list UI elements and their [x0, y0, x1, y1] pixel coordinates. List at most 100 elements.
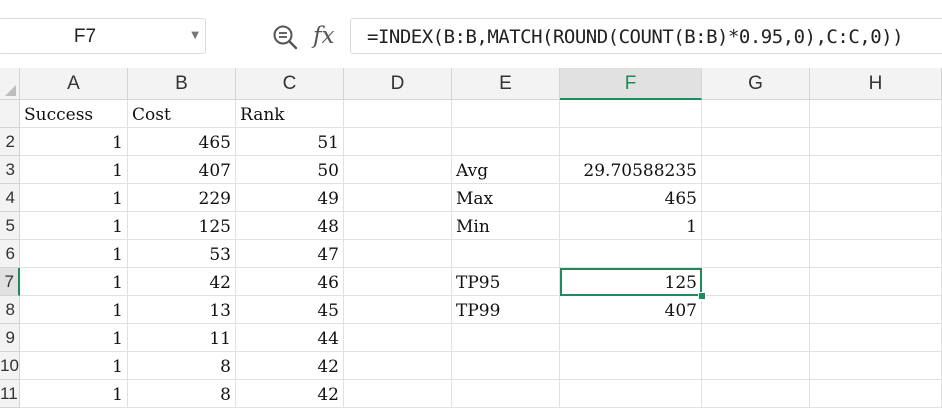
cell-g-10[interactable] — [702, 352, 810, 380]
cell-d-2[interactable] — [344, 128, 452, 156]
row-header[interactable]: 4 — [0, 184, 20, 212]
cell-c-1[interactable]: Rank — [236, 100, 344, 128]
row-header[interactable] — [0, 100, 20, 128]
cell-h-1[interactable] — [810, 100, 942, 128]
row-header[interactable]: 3 — [0, 156, 20, 184]
cell-b-6[interactable]: 53 — [128, 240, 236, 268]
cell-b-4[interactable]: 229 — [128, 184, 236, 212]
cell-d-6[interactable] — [344, 240, 452, 268]
cell-d-10[interactable] — [344, 352, 452, 380]
cell-h-2[interactable] — [810, 128, 942, 156]
cell-e-8[interactable]: TP99 — [452, 296, 560, 324]
cell-e-1[interactable] — [452, 100, 560, 128]
cell-f-6[interactable] — [560, 240, 702, 268]
cell-f-7[interactable]: 125 — [560, 268, 702, 296]
cell-g-7[interactable] — [702, 268, 810, 296]
cell-d-1[interactable] — [344, 100, 452, 128]
cell-b-8[interactable]: 13 — [128, 296, 236, 324]
zoom-in-icon[interactable] — [272, 24, 298, 50]
cell-g-8[interactable] — [702, 296, 810, 324]
cell-b-9[interactable]: 11 — [128, 324, 236, 352]
cell-c-4[interactable]: 49 — [236, 184, 344, 212]
row-header[interactable]: 2 — [0, 128, 20, 156]
cell-a-8[interactable]: 1 — [20, 296, 128, 324]
cell-h-3[interactable] — [810, 156, 942, 184]
chevron-down-icon[interactable]: ▼ — [191, 28, 199, 44]
cell-a-10[interactable]: 1 — [20, 352, 128, 380]
formula-text[interactable]: =INDEX(B:B,MATCH(ROUND(COUNT(B:B)*0.95,0… — [367, 19, 904, 55]
cell-h-8[interactable] — [810, 296, 942, 324]
cell-c-5[interactable]: 48 — [236, 212, 344, 240]
cell-g-1[interactable] — [702, 100, 810, 128]
cell-h-7[interactable] — [810, 268, 942, 296]
column-header-e[interactable]: E — [452, 68, 560, 100]
cell-b-10[interactable]: 8 — [128, 352, 236, 380]
cell-a-7[interactable]: 1 — [20, 268, 128, 296]
cell-g-6[interactable] — [702, 240, 810, 268]
cell-f-9[interactable] — [560, 324, 702, 352]
cell-a-9[interactable]: 1 — [20, 324, 128, 352]
column-header-f[interactable]: F — [560, 68, 702, 100]
row-header[interactable]: 5 — [0, 212, 20, 240]
cell-h-5[interactable] — [810, 212, 942, 240]
cell-e-6[interactable] — [452, 240, 560, 268]
column-header-d[interactable]: D — [344, 68, 452, 100]
cell-f-5[interactable]: 1 — [560, 212, 702, 240]
cell-c-3[interactable]: 50 — [236, 156, 344, 184]
cell-b-7[interactable]: 42 — [128, 268, 236, 296]
cell-f-4[interactable]: 465 — [560, 184, 702, 212]
cell-a-6[interactable]: 1 — [20, 240, 128, 268]
cell-e-5[interactable]: Min — [452, 212, 560, 240]
cell-g-4[interactable] — [702, 184, 810, 212]
row-header[interactable]: 7 — [0, 268, 20, 296]
cell-a-5[interactable]: 1 — [20, 212, 128, 240]
cell-d-9[interactable] — [344, 324, 452, 352]
cell-h-6[interactable] — [810, 240, 942, 268]
cell-e-3[interactable]: Avg — [452, 156, 560, 184]
cell-b-2[interactable]: 465 — [128, 128, 236, 156]
cell-d-3[interactable] — [344, 156, 452, 184]
cell-f-3[interactable]: 29.70588235 — [560, 156, 702, 184]
cell-f-2[interactable] — [560, 128, 702, 156]
cell-f-1[interactable] — [560, 100, 702, 128]
cell-b-1[interactable]: Cost — [128, 100, 236, 128]
fill-handle[interactable] — [698, 292, 706, 300]
row-header[interactable]: 9 — [0, 324, 20, 352]
cell-a-3[interactable]: 1 — [20, 156, 128, 184]
cell-c-10[interactable]: 42 — [236, 352, 344, 380]
cell-g-2[interactable] — [702, 128, 810, 156]
cell-h-4[interactable] — [810, 184, 942, 212]
row-header[interactable]: 6 — [0, 240, 20, 268]
column-header-h[interactable]: H — [810, 68, 942, 100]
cell-c-2[interactable]: 51 — [236, 128, 344, 156]
cell-c-9[interactable]: 44 — [236, 324, 344, 352]
cell-d-4[interactable] — [344, 184, 452, 212]
spreadsheet-grid[interactable]: A B C D E F G H Success Cost Rank 2 1 465 51 3 1 407 50 Avg… — [0, 68, 942, 408]
select-all-corner[interactable] — [0, 68, 20, 100]
cell-e-10[interactable] — [452, 352, 560, 380]
name-box-value[interactable]: F7 — [0, 19, 171, 53]
cell-d-5[interactable] — [344, 212, 452, 240]
row-header[interactable]: 8 — [0, 296, 20, 324]
cell-h-9[interactable] — [810, 324, 942, 352]
cell-g-3[interactable] — [702, 156, 810, 184]
cell-a-4[interactable]: 1 — [20, 184, 128, 212]
cell-b-3[interactable]: 407 — [128, 156, 236, 184]
cell-d-8[interactable] — [344, 296, 452, 324]
cell-b-5[interactable]: 125 — [128, 212, 236, 240]
formula-input[interactable]: =INDEX(B:B,MATCH(ROUND(COUNT(B:B)*0.95,0… — [350, 18, 942, 54]
column-header-a[interactable]: A — [20, 68, 128, 100]
cell-a-2[interactable]: 1 — [20, 128, 128, 156]
function-fx-icon[interactable]: fx — [313, 21, 334, 51]
name-box[interactable]: F7 ▼ — [0, 18, 206, 54]
cell-a-1[interactable]: Success — [20, 100, 128, 128]
cell-e-7[interactable]: TP95 — [452, 268, 560, 296]
cell-e-9[interactable] — [452, 324, 560, 352]
cell-d-7[interactable] — [344, 268, 452, 296]
cell-f-8[interactable]: 407 — [560, 296, 702, 324]
cell-f-10[interactable] — [560, 352, 702, 380]
row-header[interactable]: 10 — [0, 352, 20, 380]
column-header-b[interactable]: B — [128, 68, 236, 100]
cell-g-9[interactable] — [702, 324, 810, 352]
cell-e-4[interactable]: Max — [452, 184, 560, 212]
